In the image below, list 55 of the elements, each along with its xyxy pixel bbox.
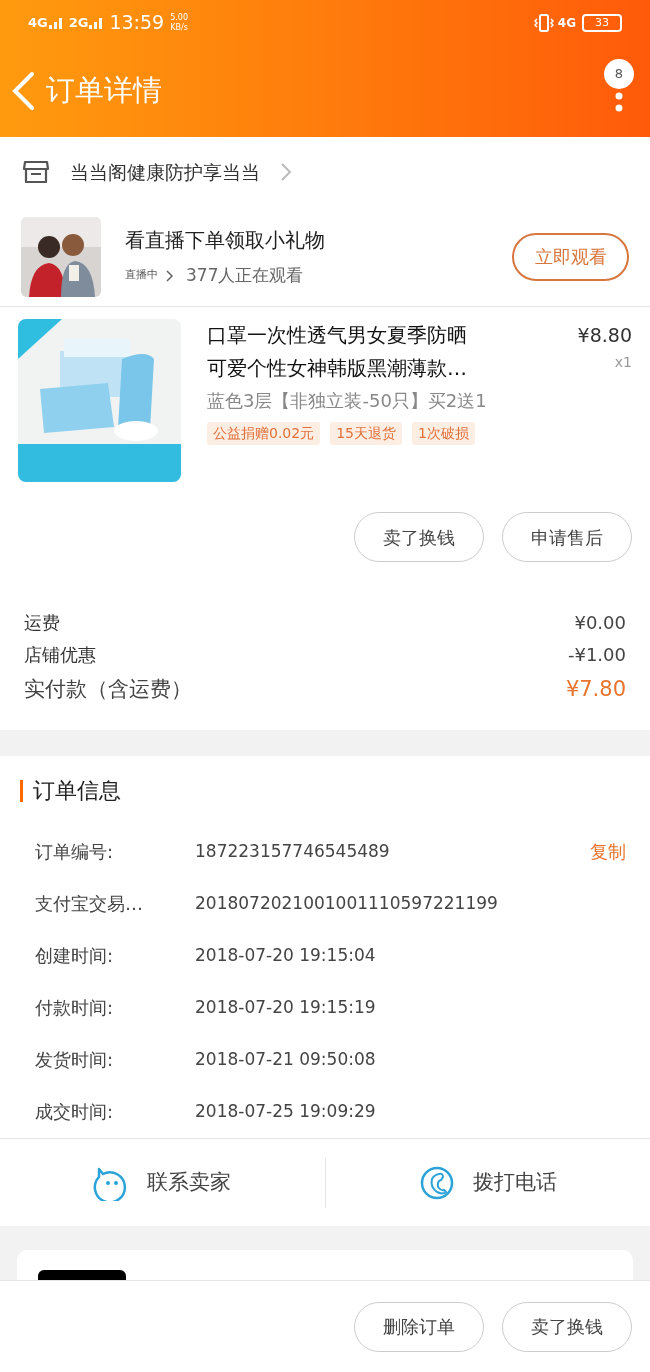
fee-value: ¥7.80 [565, 676, 626, 704]
section-title: 订单信息 [33, 777, 121, 806]
chevron-right-icon[interactable] [280, 162, 292, 182]
speed-unit: KB/s [170, 22, 188, 33]
vibrate-icon [533, 12, 554, 33]
chevron-right-icon [166, 269, 174, 282]
store-name[interactable]: 当当阁健康防护享当当 [70, 157, 260, 187]
order-action-button[interactable]: 删除订单 [354, 1301, 484, 1352]
back-icon[interactable] [10, 71, 36, 111]
info-label: 创建时间: [35, 944, 115, 969]
product-sku: 蓝色3层【非独立装-50只】买2送1 [207, 389, 488, 413]
info-label: 成交时间: [35, 1100, 115, 1125]
fee-value: ¥0.00 [574, 610, 626, 635]
fee-label: 店铺优惠 [24, 642, 96, 667]
action-button[interactable]: 申请售后 [502, 512, 632, 562]
contact-button[interactable]: 拨打电话 [325, 1164, 650, 1201]
more-icon[interactable] [615, 91, 623, 113]
info-value: 2018-07-20 19:15:19 [195, 996, 376, 1020]
info-label: 付款时间: [35, 996, 115, 1021]
info-label: 支付宝交易… [35, 892, 144, 917]
info-label: 发货时间: [35, 1048, 115, 1073]
contact-button[interactable]: 联系卖家 [0, 1164, 325, 1201]
fee-label: 实付款（含运费） [24, 676, 192, 704]
order-action-button[interactable]: 卖了换钱 [502, 1301, 632, 1352]
notification-badge: 8 [604, 59, 634, 89]
signal-icon [89, 16, 104, 29]
info-value: 2018-07-21 09:50:08 [195, 1048, 376, 1072]
live-title: 看直播下单领取小礼物 [125, 226, 325, 254]
signal-icon [48, 16, 63, 29]
network-label: 4G [557, 14, 576, 32]
section-marker [20, 779, 23, 802]
store-icon [22, 160, 50, 184]
phone-icon [418, 1164, 455, 1201]
viewer-count: 377人正在观看 [186, 263, 304, 287]
info-value: 187223157746545489 [195, 839, 390, 863]
product-price: ¥8.80 [577, 323, 632, 348]
info-value: 2018-07-20 19:15:04 [195, 943, 376, 967]
battery-indicator: 33 [582, 13, 622, 32]
fee-value: -¥1.00 [567, 642, 626, 667]
fee-label: 运费 [24, 610, 60, 635]
speed-value: 5.00 [170, 12, 188, 23]
info-value: 2018-07-25 19:09:29 [195, 1100, 376, 1124]
signal-label: 4G [28, 13, 48, 32]
page-title: 订单详情 [46, 72, 162, 110]
info-label: 订单编号: [35, 840, 115, 864]
product-title[interactable]: 口罩一次性透气男女夏季防晒可爱个性女神韩版黑潮薄款… [207, 319, 473, 385]
signal-label: 2G [68, 13, 89, 32]
service-tag: 15天退货 [330, 422, 402, 445]
service-tag: 1次破损 [412, 422, 475, 445]
live-tag: 直播中 [125, 267, 158, 284]
info-value: 2018072021001001110597221199 [195, 891, 498, 915]
service-tag: 公益捐赠0.02元 [207, 422, 321, 445]
product-quantity: x1 [614, 353, 632, 372]
clock: 13:59 [109, 10, 165, 36]
action-button[interactable]: 卖了换钱 [354, 512, 484, 562]
